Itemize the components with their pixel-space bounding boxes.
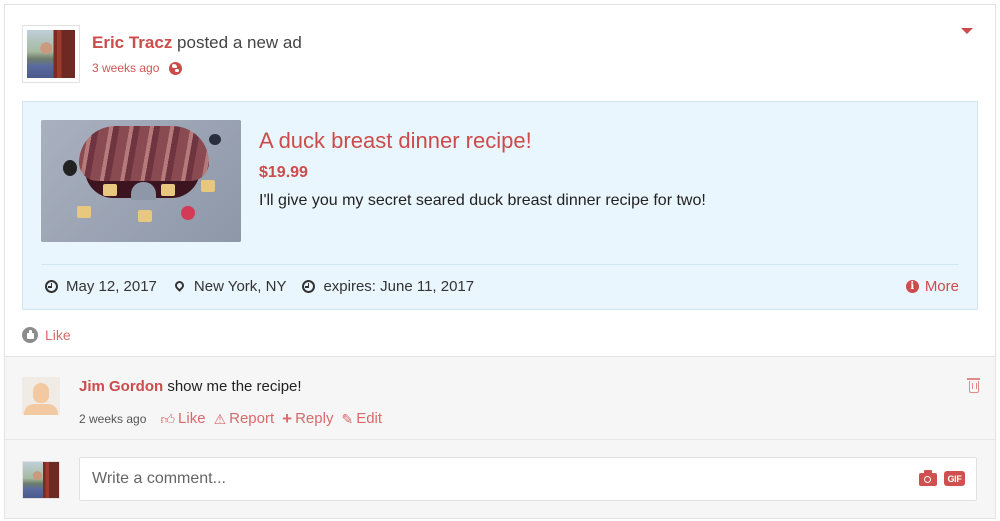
comment-edit-button[interactable]: ✎︎ Edit xyxy=(341,410,382,427)
comments-section: Jim Gordon show me the recipe! 2 weeks a… xyxy=(5,356,995,518)
post-options-caret-icon[interactable] xyxy=(961,28,973,34)
delete-comment-trash-icon[interactable] xyxy=(967,378,980,393)
gif-button[interactable]: GIF xyxy=(944,471,965,486)
ad-meta: May 12, 2017 New York, NY expires: June … xyxy=(45,278,490,295)
avatar-body-shape xyxy=(24,404,58,415)
comments-divider xyxy=(5,439,995,440)
comment-item: Jim Gordon show me the recipe! 2 weeks a… xyxy=(22,375,995,437)
berry-shape xyxy=(209,134,221,145)
ad-price: $19.99 xyxy=(259,164,308,181)
berry-shape xyxy=(63,160,77,176)
crouton-shape xyxy=(103,184,117,196)
globe-icon[interactable] xyxy=(169,61,183,75)
comment-text: Jim Gordon show me the recipe! xyxy=(79,378,302,395)
ad-preview[interactable]: A duck breast dinner recipe! $19.99 I'll… xyxy=(22,101,978,310)
ad-posted-date: May 12, 2017 xyxy=(45,278,157,295)
like-label: Like xyxy=(45,327,71,343)
crouton-shape xyxy=(201,180,215,192)
ad-location-text: New York, NY xyxy=(193,278,287,295)
comment-reply-button[interactable]: + Reply xyxy=(282,410,333,427)
ad-description: I'll give you my secret seared duck brea… xyxy=(259,192,706,209)
ad-expiry: expires: June 11, 2017 xyxy=(302,278,474,295)
post-header: Eric Tracz posted a new ad 3 weeks ago xyxy=(22,23,995,85)
current-user-photo xyxy=(23,462,59,498)
ad-post-card: Eric Tracz posted a new ad 3 weeks ago A… xyxy=(4,4,996,519)
duck-shape xyxy=(79,126,209,181)
ad-posted-date-text: May 12, 2017 xyxy=(66,278,157,295)
plus-icon: + xyxy=(282,409,293,428)
post-action-text: posted a new ad xyxy=(172,33,302,52)
ad-expiry-text: expires: June 11, 2017 xyxy=(323,278,475,295)
camera-icon[interactable] xyxy=(919,470,937,486)
clock-icon xyxy=(302,280,316,293)
post-timestamp[interactable]: 3 weeks ago xyxy=(92,61,159,75)
avatar-head-shape xyxy=(33,383,49,403)
warning-icon: ⚠︎ xyxy=(213,410,227,427)
comment-author-link[interactable]: Jim Gordon xyxy=(79,378,163,395)
thumbs-up-circle-icon xyxy=(22,327,38,343)
sauce-gap-shape xyxy=(131,182,156,200)
comment-actions: 2 weeks ago 👍︎ Like ⚠︎ Report + Reply ✎︎… xyxy=(79,410,390,427)
info-icon: i xyxy=(905,280,919,293)
comment-composer: GIF xyxy=(22,457,995,501)
pencil-icon: ✎︎ xyxy=(341,410,354,427)
comment-report-button[interactable]: ⚠︎ Report xyxy=(214,410,275,427)
comment-like-button[interactable]: 👍︎ Like xyxy=(160,410,205,427)
comment-body: show me the recipe! xyxy=(163,378,302,395)
comment-timestamp[interactable]: 2 weeks ago xyxy=(79,412,146,426)
thumbs-up-icon: 👍︎ xyxy=(160,410,176,427)
more-button[interactable]: i More xyxy=(905,278,959,295)
more-label: More xyxy=(924,278,959,295)
crouton-shape xyxy=(161,184,175,196)
like-button[interactable]: Like xyxy=(22,327,71,343)
ad-title[interactable]: A duck breast dinner recipe! xyxy=(259,128,532,154)
ad-location: New York, NY xyxy=(173,278,287,295)
comment-report-label: Report xyxy=(229,410,275,427)
commenter-avatar[interactable] xyxy=(22,377,60,415)
post-author-line: Eric Tracz posted a new ad xyxy=(92,33,302,53)
comment-edit-label: Edit xyxy=(356,410,383,427)
crouton-shape xyxy=(138,210,152,222)
comment-like-label: Like xyxy=(178,410,206,427)
crouton-shape xyxy=(77,206,91,218)
author-name-link[interactable]: Eric Tracz xyxy=(92,33,172,52)
author-avatar[interactable] xyxy=(22,25,80,83)
comment-input[interactable] xyxy=(79,457,977,501)
ad-divider xyxy=(41,264,959,265)
clock-icon xyxy=(45,280,58,293)
map-marker-icon xyxy=(173,279,186,292)
comment-reply-label: Reply xyxy=(295,410,334,427)
raspberry-shape xyxy=(181,206,195,220)
ad-image[interactable] xyxy=(41,120,241,242)
author-photo xyxy=(27,30,75,78)
post-meta: 3 weeks ago xyxy=(92,61,183,75)
current-user-avatar xyxy=(22,461,60,499)
